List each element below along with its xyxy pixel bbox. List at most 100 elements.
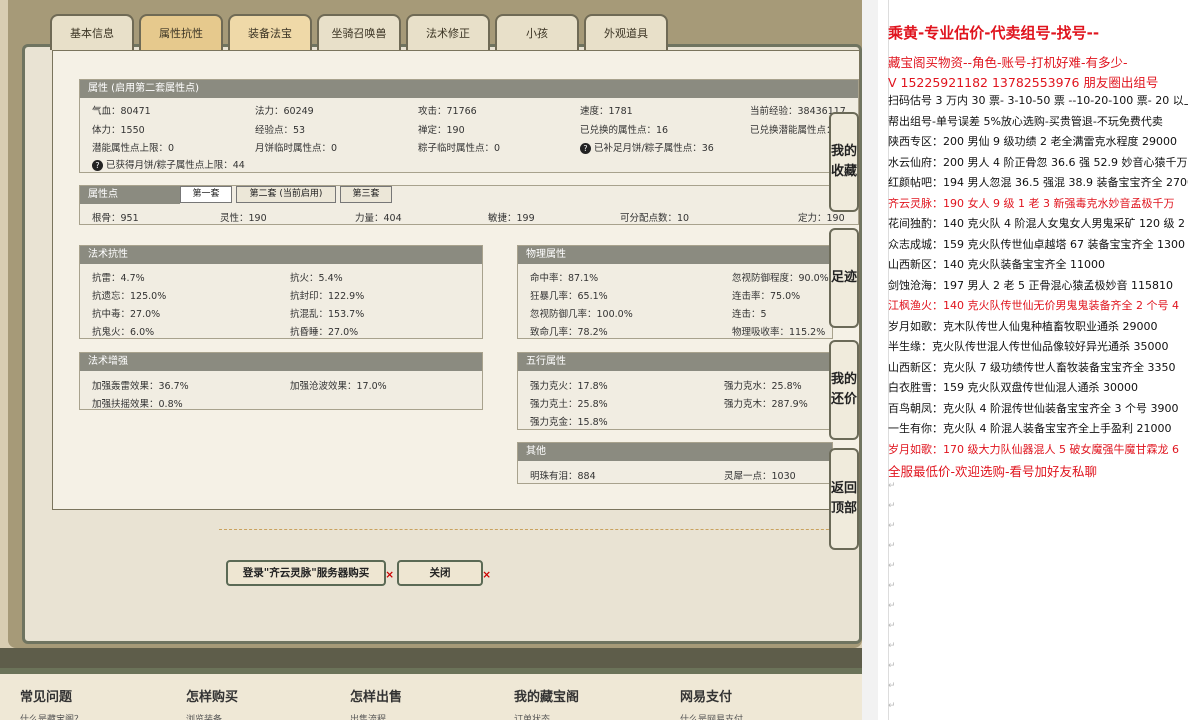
other-title: 其他 — [518, 443, 832, 461]
footer-link[interactable]: 出售流程 — [350, 712, 386, 720]
point-spirit: 灵性：190 — [220, 213, 267, 224]
document-line[interactable]: 一生有你：克火队 4 阶混人装备宝宝齐全上手盈利 21000 — [888, 420, 1171, 436]
footer-my-cbg[interactable]: 我的藏宝阁 — [514, 686, 579, 705]
magic-resist-section: 法术抗性 抗雷：4.7% 抗火：5.4% 抗遗忘：125.0% 抗封印：122.… — [79, 245, 483, 339]
footer-link[interactable]: 什么是网易支付 — [680, 712, 743, 720]
tab-spell-mod[interactable]: 法术修正 — [406, 14, 490, 50]
stat-exp-points: 经验点：53 — [255, 125, 306, 136]
paragraph-mark-icon: ↵ — [888, 621, 896, 631]
stat-filled: ? 已补足月饼/粽子属性点：36 — [580, 140, 714, 154]
resist-sleep: 抗昏睡：27.0% — [290, 327, 359, 338]
five-elements-section: 五行属性 强力克火：17.8% 强力克水：25.8% 强力克土：25.8% 强力… — [517, 352, 833, 430]
paragraph-mark-icon: ↵ — [888, 661, 896, 671]
tab-mount-pet[interactable]: 坐骑召唤兽 — [317, 14, 401, 50]
point-unassigned: 可分配点数：10 — [620, 213, 690, 224]
stat-filled-text: 已补足月饼/粽子属性点：36 — [594, 143, 714, 154]
magic-boost-section: 法术增强 加强轰雷效果：36.7% 加强沧波效果：17.0% 加强扶摇效果：0.… — [79, 352, 483, 410]
points-tab-2[interactable]: 第二套 (当前启用) — [236, 186, 336, 203]
stat-zen: 禅定：190 — [418, 125, 465, 136]
tab-appearance[interactable]: 外观道具 — [584, 14, 668, 50]
document-line[interactable]: 岁月如歌：170 级大力队仙器混人 5 破女魔强牛魔甘霖龙 6 — [888, 441, 1179, 457]
document-line[interactable]: 白衣胜雪：159 克火队双盘传世仙混人通杀 30000 — [888, 379, 1138, 395]
element-water: 强力克水：25.8% — [724, 381, 802, 392]
stat-stamina: 体力：1550 — [92, 125, 145, 136]
footer-faq[interactable]: 常见问题 — [20, 686, 72, 705]
stat-zongzi-temp: 粽子临时属性点：0 — [418, 143, 501, 154]
footer-link[interactable]: 浏览装备 — [186, 712, 222, 720]
paragraph-mark-icon: ↵ — [888, 581, 896, 591]
side-my-offers[interactable]: 我的还价 — [829, 340, 859, 440]
tab-basic-info[interactable]: 基本信息 — [50, 14, 134, 50]
tab-attributes-resist[interactable]: 属性抗性 — [139, 14, 223, 50]
document-line[interactable]: 水云仙府：200 男人 4 阶正骨忽 36.6 强 52.9 妙音心猿千万 — [888, 154, 1187, 170]
point-bone: 根骨：951 — [92, 213, 139, 224]
footer-link[interactable]: 什么是藏宝阁？ — [20, 712, 83, 720]
boost-wave: 加强沧波效果：17.0% — [290, 381, 387, 392]
phys-crit: 致命几率：78.2% — [530, 327, 608, 338]
magic-boost-title: 法术增强 — [80, 353, 482, 371]
paragraph-mark-icon: ↵ — [888, 541, 896, 551]
document-line[interactable]: 乘黄-专业估价-代卖组号-找号-- — [888, 22, 1099, 43]
tab-equipment[interactable]: 装备法宝 — [228, 14, 312, 50]
element-metal: 强力克金：15.8% — [530, 417, 608, 428]
phys-rage: 狂暴几率：65.1% — [530, 291, 608, 302]
attributes-panel: 属性 (启用第二套属性点) 气血：80471 法力：60249 攻击：71766… — [52, 50, 860, 530]
document-line[interactable]: 百鸟朝凤：克火队 4 阶混传世仙装备宝宝齐全 3 个号 3900 — [888, 400, 1178, 416]
boost-thunder: 加强轰雷效果：36.7% — [92, 381, 189, 392]
stat-hp: 气血：80471 — [92, 106, 151, 117]
magic-resist-title: 法术抗性 — [80, 246, 482, 264]
resist-fire: 抗火：5.4% — [290, 273, 343, 284]
side-favorites[interactable]: 我的收藏 — [829, 112, 859, 212]
footer-netease-pay[interactable]: 网易支付 — [680, 686, 732, 705]
close-button[interactable]: 关闭 × — [397, 560, 491, 586]
document-line[interactable]: 帮出组号-单号误差 5%放心选购-买贵管退-不玩免费代卖 — [888, 113, 1163, 129]
attributes-section: 属性 (启用第二套属性点) 气血：80471 法力：60249 攻击：71766… — [79, 79, 859, 173]
divider — [219, 529, 859, 530]
physical-section: 物理属性 命中率：87.1% 忽视防御程度：90.0% 狂暴几率：65.1% 连… — [517, 245, 833, 339]
stat-speed: 速度：1781 — [580, 106, 633, 117]
document-line[interactable]: V 15225921182 13782553976 朋友圈出组号 — [888, 72, 1158, 91]
paragraph-mark-icon: ↵ — [888, 601, 896, 611]
side-back-to-top[interactable]: 返回顶部 — [829, 448, 859, 550]
stat-mp: 法力：60249 — [255, 106, 314, 117]
footer-how-buy[interactable]: 怎样购买 — [186, 686, 238, 705]
close-x-icon: × — [385, 569, 394, 581]
phys-ignore-def: 忽视防御程度：90.0% — [732, 273, 829, 284]
document-line[interactable]: 山西新区：克火队 7 级功绩传世人畜牧装备宝宝齐全 3350 — [888, 359, 1175, 375]
paragraph-mark-icon: ↵ — [888, 701, 896, 711]
points-tab-1[interactable]: 第一套 — [180, 186, 232, 203]
footer-band — [0, 648, 862, 668]
attributes-title: 属性 (启用第二套属性点) — [80, 80, 858, 98]
point-focus: 定力：190 — [798, 213, 845, 224]
document-line[interactable]: 山西新区：140 克火队装备宝宝齐全 11000 — [888, 256, 1105, 272]
document-line[interactable]: 全服最低价-欢迎选购-看号加好友私聊 — [888, 461, 1097, 480]
element-wood: 强力克木：287.9% — [724, 399, 808, 410]
footer-link[interactable]: 订单状态 — [514, 712, 550, 720]
document-line[interactable]: 齐云灵脉：190 女人 9 级 1 老 3 新强毒克水妙音孟极千万 — [888, 195, 1174, 211]
document-line[interactable]: 岁月如歌：克木队传世人仙鬼种植畜牧职业通杀 29000 — [888, 318, 1158, 334]
other-pearl: 明珠有泪：884 — [530, 471, 596, 482]
footer-how-sell[interactable]: 怎样出售 — [350, 686, 402, 705]
document-line[interactable]: 众志成城：159 克火队传世仙卓越塔 67 装备宝宝齐全 1300 — [888, 236, 1185, 252]
tab-child[interactable]: 小孩 — [495, 14, 579, 50]
help-icon[interactable]: ? — [580, 143, 591, 154]
document-line[interactable]: 扫码估号 3 万内 30 票- 3-10-50 票 --10-20-100 票-… — [888, 92, 1188, 108]
buy-button-label: 登录"齐云灵脉"服务器购买 — [242, 567, 370, 579]
document-line[interactable]: 花间独酌：140 克火队 4 阶混人女鬼女人男鬼采矿 120 级 2 — [888, 215, 1185, 231]
points-tab-3[interactable]: 第三套 — [340, 186, 392, 203]
buy-on-server-button[interactable]: 登录"齐云灵脉"服务器购买 × — [226, 560, 394, 586]
side-footprint[interactable]: 足迹 — [829, 228, 859, 328]
document-line[interactable]: 剑蚀沧海：197 男人 2 老 5 正骨混心猿孟极妙音 115810 — [888, 277, 1173, 293]
paragraph-mark-icon: ↵ — [888, 481, 896, 491]
site-footer: 常见问题 怎样购买 怎样出售 我的藏宝阁 网易支付 什么是藏宝阁？ 浏览装备 出… — [0, 668, 862, 720]
paragraph-mark-icon: ↵ — [888, 521, 896, 531]
document-line[interactable]: 藏宝阁买物资--角色-账号-打机好难-有多少- — [888, 52, 1128, 71]
document-line[interactable]: 陕西专区：200 男仙 9 级功绩 2 老全满雷克水程度 29000 — [888, 133, 1177, 149]
stat-potential-limit: 潜能属性点上限：0 — [92, 143, 175, 154]
paragraph-mark-icon: ↵ — [888, 561, 896, 571]
document-line[interactable]: 江枫渔火：140 克火队传世仙无价男鬼鬼装备齐全 2 个号 4 — [888, 297, 1179, 313]
document-line[interactable]: 红颜帖吧：194 男人忽混 36.5 强混 38.9 装备宝宝齐全 2700 — [888, 174, 1188, 190]
tab-bar: 基本信息 属性抗性 装备法宝 坐骑召唤兽 法术修正 小孩 外观道具 — [50, 14, 668, 50]
document-line[interactable]: 半生缘：克火队传世混人传世仙品像较好异光通杀 35000 — [888, 338, 1169, 354]
help-icon[interactable]: ? — [92, 160, 103, 171]
